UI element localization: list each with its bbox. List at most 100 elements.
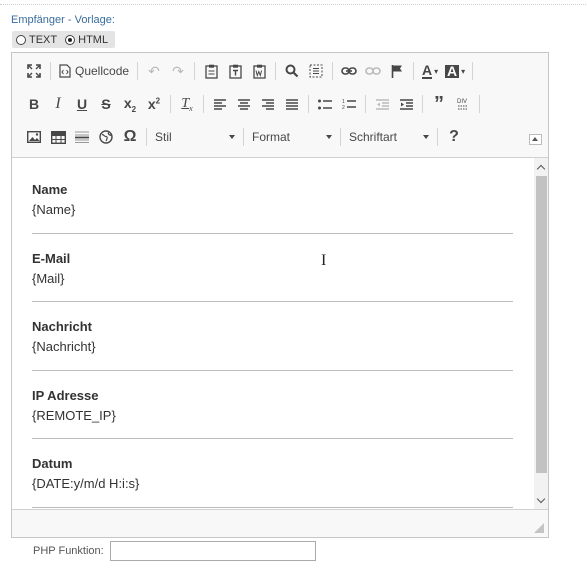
bold-icon: B	[28, 96, 40, 112]
select-all-button[interactable]	[304, 59, 328, 83]
svg-text:DIV: DIV	[457, 99, 467, 105]
source-label: Quellcode	[75, 64, 130, 78]
indent-icon	[399, 98, 413, 110]
quote-icon: ”	[434, 93, 444, 115]
undo-icon: ↶	[148, 62, 160, 79]
omega-icon: Ω	[123, 128, 137, 145]
align-center-button[interactable]	[232, 92, 256, 116]
text-color-button[interactable]: A ▾	[418, 59, 442, 83]
collapse-toolbar-button[interactable]	[529, 134, 542, 145]
toolbar-separator	[146, 128, 147, 146]
table-button[interactable]	[46, 125, 70, 149]
superscript-button[interactable]: x2	[142, 92, 166, 116]
outdent-icon	[375, 98, 389, 110]
rich-text-editor: Quellcode ↶ ↷ A ▾ A ▾ B I U S x2 x2 Tx 1…	[11, 52, 549, 538]
format-combo[interactable]: Format	[248, 127, 336, 147]
underline-icon: U	[76, 96, 88, 112]
numbered-list-button[interactable]: 12	[337, 92, 361, 116]
anchor-button[interactable]	[385, 59, 409, 83]
editor-content[interactable]: Name {Name} E-Mail {Mail} Nachricht {Nac…	[12, 158, 534, 509]
paste-button[interactable]	[199, 59, 223, 83]
field-label: IP Adresse	[32, 388, 99, 403]
toolbar-separator	[437, 128, 438, 146]
help-button[interactable]: ?	[442, 125, 466, 149]
font-combo[interactable]: Schriftart	[345, 127, 433, 147]
bold-button[interactable]: B	[22, 92, 46, 116]
field-label: E-Mail	[32, 251, 71, 266]
link-button[interactable]	[337, 59, 361, 83]
field-label: Name	[32, 182, 68, 197]
underline-button[interactable]: U	[70, 92, 94, 116]
special-char-button[interactable]: Ω	[118, 125, 142, 149]
toolbar-separator	[340, 128, 341, 146]
vertical-scrollbar[interactable]	[534, 158, 548, 509]
italic-button[interactable]: I	[46, 92, 70, 116]
remove-format-icon: Tx	[181, 95, 193, 113]
paste-text-button[interactable]	[223, 59, 247, 83]
toolbar-separator	[170, 95, 171, 113]
outdent-button[interactable]	[370, 92, 394, 116]
toolbar-separator	[137, 62, 139, 80]
field-block-ip: IP Adresse {REMOTE_IP}	[32, 388, 513, 439]
toolbar-row-1: Quellcode ↶ ↷ A ▾ A ▾	[22, 58, 477, 84]
chevron-down-icon: ▾	[434, 66, 439, 76]
php-function-input[interactable]	[110, 541, 316, 561]
undo-button[interactable]: ↶	[142, 59, 166, 83]
find-button[interactable]	[280, 59, 304, 83]
create-div-button[interactable]: DIV	[451, 92, 475, 116]
text-color-icon: A	[421, 61, 433, 79]
table-icon	[50, 130, 66, 144]
iframe-button[interactable]	[94, 125, 118, 149]
radio-html[interactable]	[65, 34, 76, 45]
toolbar-separator	[413, 62, 415, 80]
resize-grip-icon[interactable]	[534, 523, 544, 533]
field-value: {DATE:y/m/d H:i:s}	[32, 476, 140, 491]
scroll-down-arrow-icon[interactable]	[537, 496, 545, 504]
unlink-button[interactable]	[361, 59, 385, 83]
bulleted-list-icon	[318, 99, 332, 109]
indent-button[interactable]	[394, 92, 418, 116]
field-value: {Name}	[32, 202, 76, 217]
numbered-list-icon: 12	[342, 99, 356, 110]
field-block-message: Nachricht {Nachricht}	[32, 319, 513, 371]
scroll-thumb[interactable]	[536, 176, 547, 473]
horizontal-line-icon	[75, 131, 89, 143]
maximize-button[interactable]	[22, 59, 46, 83]
div-icon: DIV	[457, 99, 468, 110]
style-combo-label: Stil	[155, 130, 172, 144]
image-icon	[27, 131, 41, 143]
strikethrough-button[interactable]: S	[94, 92, 118, 116]
subscript-button[interactable]: x2	[118, 92, 142, 116]
align-left-button[interactable]	[208, 92, 232, 116]
unlink-icon	[365, 67, 381, 75]
remove-format-button[interactable]: Tx	[175, 92, 199, 116]
bulleted-list-button[interactable]	[313, 92, 337, 116]
globe-icon	[99, 130, 113, 144]
chevron-down-icon	[326, 135, 332, 139]
template-label: Empfänger - Vorlage:	[11, 14, 115, 26]
chevron-down-icon	[423, 135, 429, 139]
paste-word-button[interactable]	[247, 59, 271, 83]
align-right-icon	[262, 98, 274, 110]
redo-button[interactable]: ↷	[166, 59, 190, 83]
scroll-up-arrow-icon[interactable]	[537, 163, 545, 171]
format-option-html[interactable]: HTML	[65, 34, 108, 46]
toolbar-separator	[422, 95, 423, 113]
chevron-down-icon	[229, 135, 235, 139]
format-text-label: TEXT	[29, 33, 58, 46]
format-option-text[interactable]: TEXT	[16, 34, 57, 46]
align-justify-button[interactable]	[280, 92, 304, 116]
format-toggle: TEXT HTML	[12, 31, 115, 48]
strikethrough-icon: S	[101, 96, 111, 112]
source-button[interactable]: Quellcode	[55, 59, 133, 83]
align-right-button[interactable]	[256, 92, 280, 116]
field-value: {Mail}	[32, 271, 65, 286]
svg-text:2: 2	[342, 105, 345, 110]
bg-color-button[interactable]: A ▾	[442, 59, 468, 83]
style-combo[interactable]: Stil	[151, 127, 239, 147]
horizontal-line-button[interactable]	[70, 125, 94, 149]
radio-text[interactable]	[16, 34, 26, 45]
toolbar-separator	[194, 62, 196, 80]
blockquote-button[interactable]: ”	[427, 92, 451, 116]
image-button[interactable]	[22, 125, 46, 149]
